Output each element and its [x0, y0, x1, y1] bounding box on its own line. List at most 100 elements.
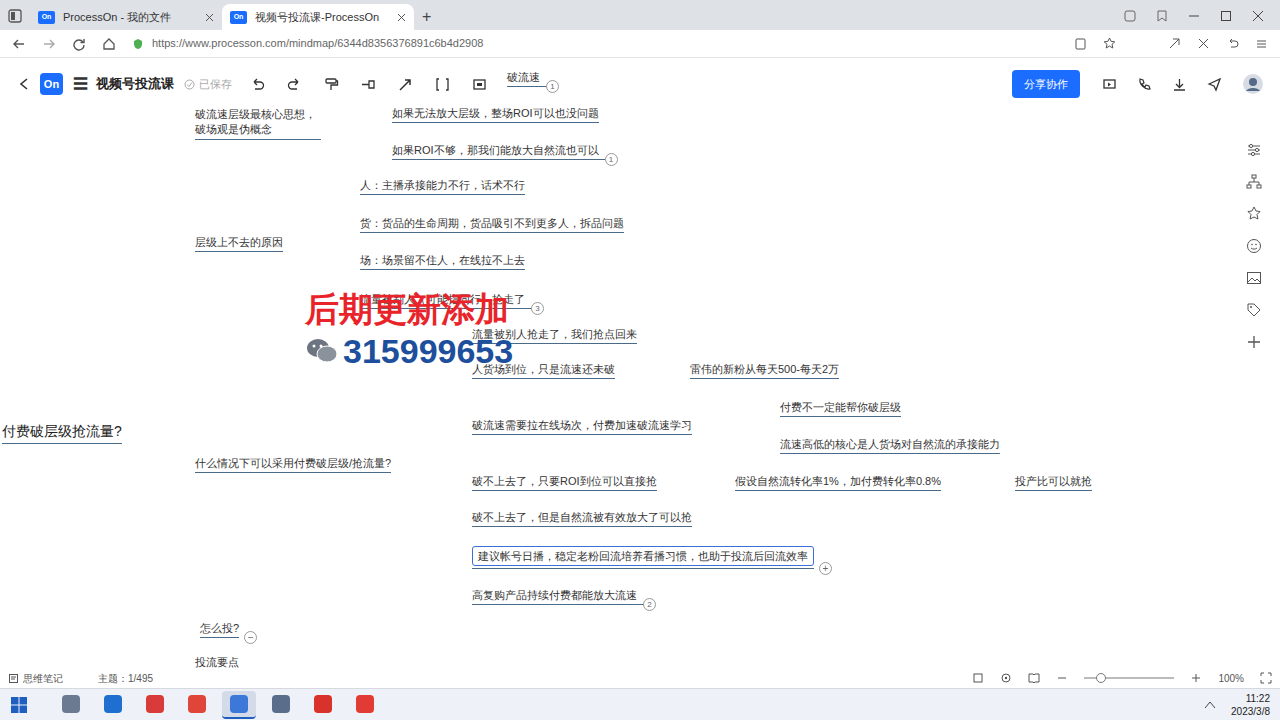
save-status: 已保存: [184, 76, 232, 93]
taskbar-app[interactable]: [180, 691, 214, 719]
clock[interactable]: 11:22 2023/3/8: [1231, 692, 1270, 718]
insert-child-icon[interactable]: [361, 77, 376, 92]
book-icon[interactable]: [1028, 672, 1040, 684]
new-tab-button[interactable]: +: [414, 4, 439, 30]
zoom-level[interactable]: 100%: [1218, 671, 1244, 686]
zoom-out-icon[interactable]: [1056, 672, 1068, 684]
topic-node[interactable]: 流速高低的核心是人货场对自然流的承接能力: [780, 437, 1000, 454]
link-count-badge[interactable]: 3: [531, 302, 544, 315]
check-circle-icon: [184, 79, 195, 90]
forward-icon[interactable]: [42, 37, 56, 51]
menu-button[interactable]: ☰: [73, 73, 88, 96]
link-count-badge[interactable]: 1: [546, 80, 559, 93]
windows-start-icon[interactable]: [10, 696, 28, 714]
document-title[interactable]: 视频号投流课: [96, 74, 174, 94]
tray-icon[interactable]: [1203, 698, 1217, 712]
scissors-icon[interactable]: [1197, 37, 1210, 50]
close-icon[interactable]: [1252, 10, 1264, 22]
add-icon[interactable]: [1246, 334, 1262, 350]
bookmark-icon[interactable]: [1156, 10, 1168, 22]
notes-button[interactable]: 思维笔记: [23, 671, 63, 686]
format-painter-icon[interactable]: [324, 77, 339, 92]
redo-icon[interactable]: [287, 77, 302, 92]
notes-icon[interactable]: [8, 673, 19, 684]
topic-node[interactable]: 假设自然流转化率1%，加付费转化率0.8%: [735, 474, 941, 491]
taskbar-app[interactable]: [222, 691, 256, 719]
clipboard-icon[interactable]: [1074, 37, 1087, 50]
browser-tab[interactable]: OnProcessOn - 我的文件: [30, 4, 222, 30]
structure-icon[interactable]: [1246, 174, 1262, 190]
emoji-icon[interactable]: [1246, 238, 1262, 254]
locate-icon[interactable]: [1000, 672, 1012, 684]
topic-node[interactable]: 破不上去了，只要ROI到位可以直接抢: [472, 474, 657, 491]
topic-node[interactable]: 破流速1: [507, 70, 552, 87]
topic-node[interactable]: 付费不一定能帮你破层级: [780, 400, 901, 417]
mindmap-canvas[interactable]: 付费破层级抢流量? 破流速层级最核心思想，破场观是伪概念 破流速1 如果无法放大层级，…: [0, 58, 1280, 668]
style-sliders-icon[interactable]: [1246, 142, 1262, 158]
topic-node[interactable]: 场：场景留不住人，在线拉不上去: [360, 253, 525, 270]
topic-node[interactable]: 什么情况下可以采用付费破层级/抢流量?: [195, 456, 391, 473]
topic-node[interactable]: 投产比可以就抢: [1015, 474, 1092, 491]
layers-icon[interactable]: [972, 672, 984, 684]
summary-icon[interactable]: [435, 77, 450, 92]
more-icon[interactable]: [1255, 37, 1268, 50]
extension-icon[interactable]: [1168, 37, 1181, 50]
taskbar-app[interactable]: [306, 691, 340, 719]
undo-arrow-icon[interactable]: [1226, 37, 1239, 50]
fullscreen-icon[interactable]: [1260, 672, 1272, 684]
toggle-button[interactable]: −: [244, 631, 257, 644]
topic-node[interactable]: 货：货品的生命周期，货品吸引不到更多人，拆品问题: [360, 216, 624, 233]
topic-node[interactable]: 人：主播承接能力不行，话术不行: [360, 178, 525, 195]
topic-node[interactable]: 层级上不去的原因: [195, 235, 283, 252]
link-count-badge[interactable]: 2: [643, 598, 656, 611]
topic-node[interactable]: 雷伟的新粉从每天500-每天2万: [690, 362, 839, 379]
avatar-icon[interactable]: [1242, 73, 1264, 95]
topic-node[interactable]: 破不上去了，但是自然流被有效放大了可以抢: [472, 510, 692, 527]
topic-node[interactable]: 破流速层级最核心思想，破场观是伪概念: [195, 107, 321, 140]
present-icon[interactable]: [1102, 77, 1117, 92]
reload-icon[interactable]: [72, 37, 86, 51]
home-icon[interactable]: [102, 37, 116, 51]
profile-icon[interactable]: [1124, 10, 1136, 22]
topic-node[interactable]: 投流要点: [195, 655, 239, 668]
taskbar-app[interactable]: [54, 691, 88, 719]
back-chevron-icon[interactable]: [18, 77, 30, 91]
zoom-slider[interactable]: [1084, 677, 1174, 679]
root-topic[interactable]: 付费破层级抢流量?: [2, 422, 122, 444]
connector-icon[interactable]: [398, 77, 413, 92]
tab-close-icon[interactable]: [205, 13, 214, 22]
taskbar-app[interactable]: [138, 691, 172, 719]
send-icon[interactable]: [1207, 77, 1222, 92]
topic-node[interactable]: 怎么投?−: [200, 621, 239, 638]
phone-icon[interactable]: [1137, 77, 1152, 92]
image-icon[interactable]: [1246, 270, 1262, 286]
topic-node[interactable]: 高复购产品持续付费都能放大流速2: [472, 588, 649, 605]
zoom-in-icon[interactable]: [1190, 672, 1202, 684]
download-icon[interactable]: [1172, 77, 1187, 92]
taskbar-app[interactable]: [264, 691, 298, 719]
frame-icon[interactable]: [472, 77, 487, 92]
link-count-badge[interactable]: 1: [605, 153, 618, 166]
taskbar-app[interactable]: [348, 691, 382, 719]
undo-icon[interactable]: [250, 77, 265, 92]
maximize-icon[interactable]: [1220, 10, 1232, 22]
share-button[interactable]: 分享协作: [1012, 70, 1080, 99]
logo[interactable]: On: [40, 73, 63, 95]
app-icon: [62, 695, 80, 713]
topic-node[interactable]: 如果无法放大层级，整场ROI可以也没问题: [392, 106, 599, 123]
topic-node[interactable]: 建议帐号日播，稳定老粉回流培养看播习惯，也助于投流后回流效率+: [472, 546, 814, 569]
browser-tab[interactable]: On视频号投流课-ProcessOn: [222, 4, 414, 30]
browser-menu-icon[interactable]: [0, 2, 30, 30]
minimize-icon[interactable]: [1188, 10, 1200, 22]
url-field[interactable]: https://www.processon.com/mindmap/6344d8…: [132, 35, 1058, 52]
back-icon[interactable]: [12, 37, 26, 51]
url-text[interactable]: https://www.processon.com/mindmap/6344d8…: [152, 35, 483, 52]
tag-icon[interactable]: [1246, 302, 1262, 318]
toggle-button[interactable]: +: [819, 562, 832, 575]
theme-icon[interactable]: [1246, 206, 1262, 222]
topic-node[interactable]: 破流速需要拉在线场次，付费加速破流速学习: [472, 418, 692, 435]
topic-node[interactable]: 如果ROI不够，那我们能放大自然流也可以1: [392, 143, 611, 160]
tab-close-icon[interactable]: [397, 13, 406, 22]
star-icon[interactable]: [1103, 37, 1116, 50]
taskbar-app[interactable]: [96, 691, 130, 719]
